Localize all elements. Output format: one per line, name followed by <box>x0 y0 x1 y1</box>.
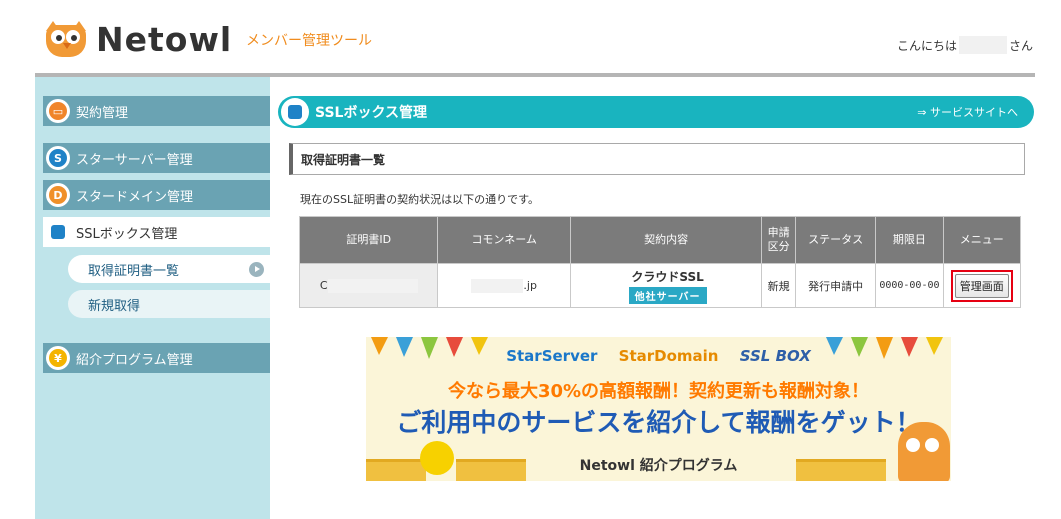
header: Netowl メンバー管理ツール こんにちは さん <box>0 0 1061 77</box>
sidebar: ▭ 契約管理 S スターサーバー管理 D スタードメイン管理 SSLボックス管理… <box>35 77 270 519</box>
user-greeting: こんにちは さん <box>897 36 1033 54</box>
sidebar-item-label: 紹介プログラム管理 <box>76 352 193 368</box>
sidebar-item-label: SSLボックス管理 <box>76 226 178 242</box>
column-header: 期限日 <box>875 216 944 264</box>
manage-screen-button[interactable]: 管理画面 <box>954 273 1009 298</box>
contract-cell: クラウドSSL 他社サーバー <box>569 263 763 308</box>
contract-badge: 他社サーバー <box>628 286 707 304</box>
referral-yen-icon: ¥ <box>46 346 70 370</box>
highlight-box: 管理画面 <box>950 269 1013 302</box>
column-header: 証明書ID <box>298 216 439 264</box>
sidebar-subitem-cert-list[interactable]: 取得証明書一覧 <box>68 255 270 283</box>
stardomain-icon: D <box>46 183 70 207</box>
arrow-right-icon <box>249 262 264 277</box>
service-site-link[interactable]: ⇒ サービスサイトへ <box>917 104 1018 120</box>
column-header: メニュー <box>942 216 1022 264</box>
column-header: 契約内容 <box>569 216 763 264</box>
logo-text: Netowl <box>96 20 233 59</box>
sidebar-subitem-label: 新規取得 <box>88 298 141 314</box>
section-title: SSLボックス管理 <box>315 105 428 121</box>
application-type-cell: 新規 <box>761 263 796 308</box>
banner-brands: StarServer StarDomain SSL BOX <box>366 347 951 365</box>
sidebar-item-referral[interactable]: ¥ 紹介プログラム管理 <box>43 343 270 373</box>
sidebar-subitem-label: 取得証明書一覧 <box>88 263 180 279</box>
sidebar-item-contract[interactable]: ▭ 契約管理 <box>43 96 270 126</box>
sslbox-icon <box>46 220 70 244</box>
stardomain-brand: StarDomain <box>618 347 719 365</box>
greeting-prefix: こんにちは <box>896 38 957 53</box>
menu-cell: 管理画面 <box>942 263 1022 308</box>
column-header: コモンネーム <box>437 216 571 264</box>
sslbox-brand: SSL BOX <box>739 347 811 365</box>
contract-icon: ▭ <box>46 99 70 123</box>
sidebar-item-label: スターサーバー管理 <box>76 152 193 168</box>
common-name-suffix: .jp <box>523 278 537 292</box>
status-cell: 発行申請中 <box>794 263 877 308</box>
page-title: 取得証明書一覧 <box>289 143 1025 175</box>
banner-headline-2: ご利用中のサービスを紹介して報酬をゲット！ <box>396 408 921 437</box>
masked-username <box>958 36 1007 54</box>
column-header: 申請 区分 <box>761 216 796 264</box>
masked-common-name <box>471 278 524 293</box>
cert-id-prefix: C <box>319 278 328 292</box>
sidebar-subitem-new[interactable]: 新規取得 <box>68 290 270 318</box>
cert-id-cell: C <box>298 263 439 308</box>
column-header: ステータス <box>794 216 877 264</box>
expiry-cell: 0000-00-00 <box>875 263 944 308</box>
common-name-cell: .jp <box>437 263 571 308</box>
referral-banner[interactable]: StarServer StarDomain SSL BOX 今なら最大30%の高… <box>366 337 951 481</box>
tool-name: メンバー管理ツール <box>246 33 372 49</box>
sidebar-item-starserver[interactable]: S スターサーバー管理 <box>43 143 270 173</box>
sidebar-item-label: 契約管理 <box>76 105 129 121</box>
sidebar-item-label: スタードメイン管理 <box>76 189 194 205</box>
netowl-logo[interactable]: Netowl <box>44 20 232 59</box>
section-header-bar: SSLボックス管理 ⇒ サービスサイトへ <box>278 96 1034 128</box>
sslbox-icon <box>281 98 309 126</box>
table-row: C .jp クラウドSSL 他社サーバー 新規 発行申請中 0000-00-00… <box>298 263 1022 308</box>
table-header-row: 証明書ID コモンネーム 契約内容 申請 区分 ステータス 期限日 メニュー <box>298 216 1022 264</box>
certificate-table: 証明書ID コモンネーム 契約内容 申請 区分 ステータス 期限日 メニュー C… <box>298 216 1022 308</box>
banner-headline-1: 今なら最大30%の高額報酬！契約更新も報酬対象！ <box>447 381 870 402</box>
sidebar-item-sslbox[interactable]: SSLボックス管理 <box>43 217 270 247</box>
page-description: 現在のSSL証明書の契約状況は以下の通りです。 <box>300 193 539 206</box>
greeting-suffix: さん <box>1008 38 1033 53</box>
starserver-brand: StarServer <box>506 347 598 365</box>
starserver-icon: S <box>46 146 70 170</box>
owl-logo-icon <box>44 20 88 59</box>
masked-cert-id <box>327 278 418 293</box>
sidebar-item-stardomain[interactable]: D スタードメイン管理 <box>43 180 270 210</box>
contract-name: クラウドSSL <box>631 269 704 284</box>
banner-footer: Netowl 紹介プログラム <box>579 458 738 474</box>
